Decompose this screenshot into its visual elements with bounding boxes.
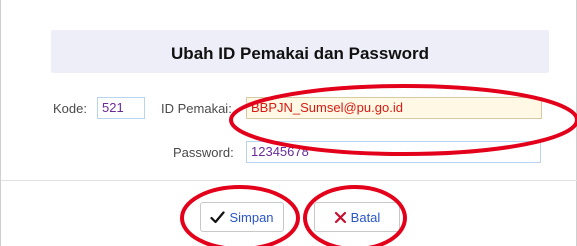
- password-field[interactable]: 12345678: [246, 141, 541, 163]
- change-credentials-dialog: Ubah ID Pemakai dan Password Kode: 521 I…: [0, 0, 577, 246]
- cancel-button-label: Batal: [350, 209, 381, 225]
- password-value: 12345678: [251, 144, 309, 159]
- save-button-label: Simpan: [229, 209, 274, 225]
- id-pemakai-field[interactable]: BBPJN_Sumsel@pu.go.id: [246, 97, 542, 119]
- close-x-icon: [334, 211, 347, 224]
- checkmark-icon: [210, 210, 226, 224]
- dialog-title: Ubah ID Pemakai dan Password: [171, 43, 429, 63]
- kode-label: Kode:: [53, 101, 87, 116]
- cancel-button[interactable]: Batal: [314, 202, 400, 232]
- id-pemakai-label: ID Pemakai:: [161, 101, 232, 116]
- id-pemakai-value: BBPJN_Sumsel@pu.go.id: [251, 100, 403, 115]
- dialog-header: Ubah ID Pemakai dan Password: [51, 30, 549, 73]
- footer-divider: [1, 180, 577, 181]
- kode-field[interactable]: 521: [97, 97, 145, 119]
- password-label: Password:: [173, 145, 234, 160]
- kode-value: 521: [102, 100, 124, 115]
- save-button[interactable]: Simpan: [200, 202, 284, 232]
